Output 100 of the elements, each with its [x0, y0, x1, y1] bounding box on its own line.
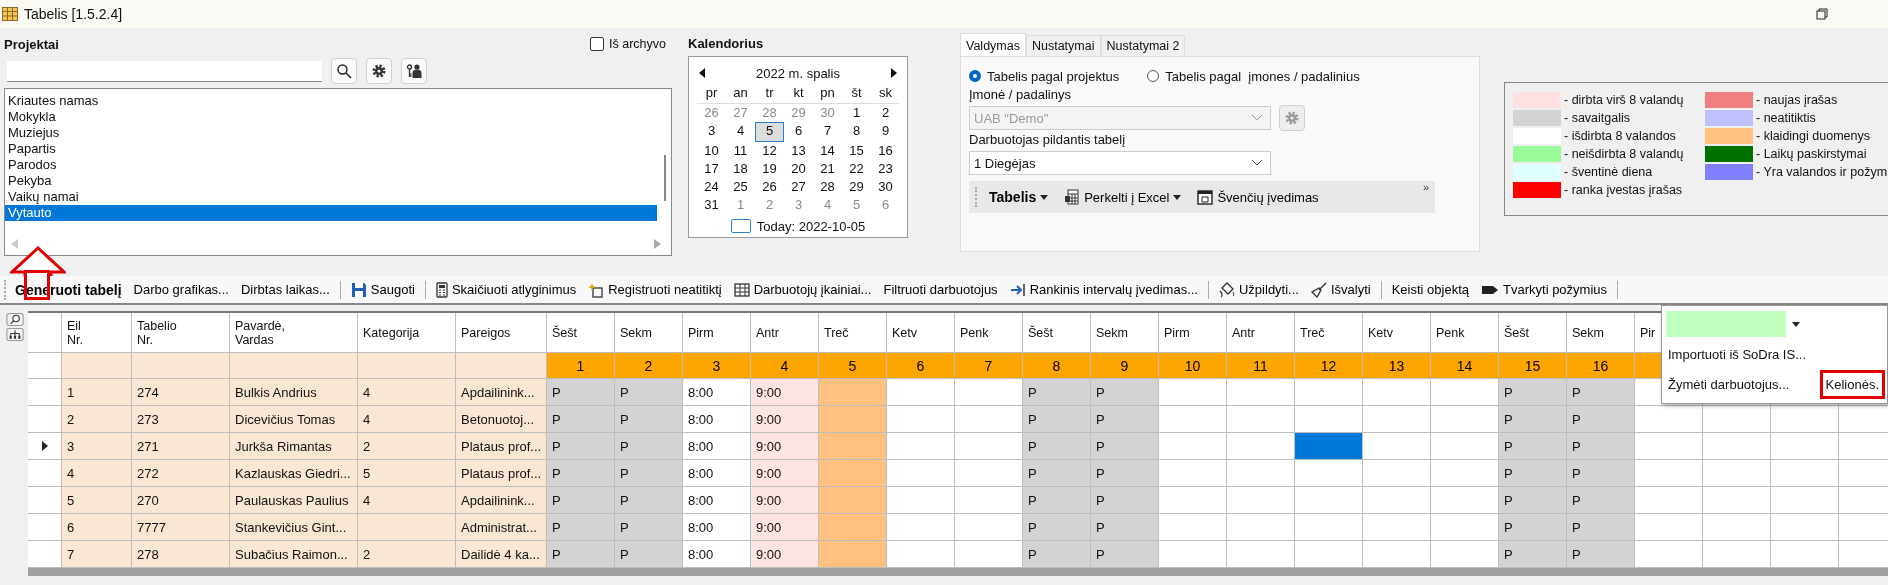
table-cell[interactable] — [1295, 487, 1363, 514]
column-header[interactable]: Eil Nr. — [62, 313, 132, 353]
table-cell[interactable]: P — [615, 379, 683, 406]
table-cell[interactable]: P — [1567, 433, 1635, 460]
table-cell[interactable] — [819, 460, 887, 487]
toolbar-button[interactable]: Dirbtas laikas... — [235, 282, 335, 297]
toolbar-button[interactable]: Švenčių įvedimas — [1191, 189, 1325, 205]
table-cell[interactable] — [1363, 541, 1431, 568]
project-list-item[interactable]: Pekyba — [5, 173, 657, 189]
tree-icon[interactable] — [6, 328, 24, 341]
table-cell[interactable] — [819, 379, 887, 406]
search-field[interactable] — [7, 60, 322, 82]
calendar-day[interactable]: 29 — [784, 104, 813, 122]
table-cell[interactable] — [1227, 460, 1295, 487]
table-cell[interactable] — [887, 379, 955, 406]
calendar-day[interactable]: 22 — [842, 160, 871, 178]
table-cell[interactable] — [1363, 406, 1431, 433]
calendar-day[interactable]: 24 — [697, 178, 726, 196]
calendar-day[interactable]: 30 — [813, 104, 842, 122]
toolbar-button[interactable]: Filtruoti darbuotojus — [878, 282, 1003, 297]
table-cell[interactable]: P — [547, 487, 615, 514]
table-cell[interactable] — [887, 406, 955, 433]
table-cell[interactable]: 8:00 — [683, 514, 751, 541]
table-cell[interactable]: P — [1091, 406, 1159, 433]
calendar-day[interactable]: 5 — [755, 122, 784, 142]
table-cell[interactable]: P — [547, 514, 615, 541]
table-cell[interactable] — [887, 514, 955, 541]
toolbar-button[interactable]: Keisti objektą — [1386, 282, 1474, 297]
table-cell[interactable] — [955, 541, 1023, 568]
search-icon[interactable] — [6, 313, 24, 326]
table-cell[interactable] — [1635, 433, 1703, 460]
table-cell[interactable]: P — [1499, 460, 1567, 487]
settings-button[interactable] — [366, 58, 392, 84]
table-cell[interactable] — [1635, 460, 1703, 487]
calendar-day[interactable]: 9 — [871, 122, 900, 140]
table-cell[interactable]: P — [615, 541, 683, 568]
calendar-day[interactable]: 8 — [842, 122, 871, 140]
table-cell[interactable]: P — [1499, 541, 1567, 568]
calendar-day[interactable]: 13 — [784, 142, 813, 160]
table-cell[interactable] — [1159, 487, 1227, 514]
table-cell[interactable] — [1703, 541, 1771, 568]
calendar-day[interactable]: 23 — [871, 160, 900, 178]
table-cell[interactable] — [1227, 541, 1295, 568]
table-cell[interactable] — [819, 433, 887, 460]
radio-option[interactable]: Tabelis pagal projektus — [969, 68, 1120, 84]
table-cell[interactable] — [1227, 487, 1295, 514]
column-header[interactable]: Pavardė, Vardas — [230, 313, 358, 353]
table-cell[interactable] — [1363, 487, 1431, 514]
table-cell[interactable]: P — [1567, 460, 1635, 487]
table-cell[interactable] — [1771, 433, 1839, 460]
table-cell[interactable]: P — [1567, 406, 1635, 433]
toolbar-button[interactable]: Tabelis — [983, 189, 1055, 205]
table-cell[interactable] — [1703, 433, 1771, 460]
table-cell[interactable] — [1635, 487, 1703, 514]
table-cell[interactable]: P — [1091, 541, 1159, 568]
table-cell[interactable] — [1295, 460, 1363, 487]
calendar-day[interactable]: 26 — [697, 104, 726, 122]
table-cell[interactable]: 8:00 — [683, 487, 751, 514]
calendar-day[interactable]: 7 — [813, 122, 842, 140]
column-header[interactable]: Sekm — [1091, 313, 1159, 353]
column-header[interactable]: Ketv — [887, 313, 955, 353]
tab[interactable]: Nustatymai — [1025, 35, 1101, 56]
table-cell[interactable]: P — [1023, 406, 1091, 433]
table-cell[interactable] — [1159, 379, 1227, 406]
table-cell[interactable]: P — [1499, 379, 1567, 406]
table-cell[interactable] — [1703, 487, 1771, 514]
calendar-day[interactable]: 17 — [697, 160, 726, 178]
table-cell[interactable]: 8:00 — [683, 433, 751, 460]
table-cell[interactable] — [955, 379, 1023, 406]
horizontal-scrollbar[interactable] — [11, 239, 661, 249]
calendar-day[interactable]: 11 — [726, 142, 755, 160]
today-link[interactable]: Today: 2022-10-05 — [756, 218, 866, 234]
calendar-day[interactable]: 30 — [871, 178, 900, 196]
table-cell[interactable] — [1295, 379, 1363, 406]
calendar-day[interactable]: 18 — [726, 160, 755, 178]
toolbar-button[interactable]: Rankinis intervalų įvedimas... — [1004, 282, 1203, 297]
calendar-day[interactable]: 19 — [755, 160, 784, 178]
table-cell[interactable] — [1771, 514, 1839, 541]
calendar-day[interactable]: 3 — [697, 122, 726, 140]
calendar-day[interactable]: 21 — [813, 160, 842, 178]
table-cell[interactable]: P — [615, 406, 683, 433]
table-cell[interactable]: P — [615, 514, 683, 541]
calendar-day[interactable]: 4 — [726, 122, 755, 140]
toolbar-button[interactable]: Skaičiuoti atlyginimus — [430, 281, 582, 298]
calendar-day[interactable]: 28 — [813, 178, 842, 196]
table-cell[interactable] — [1295, 433, 1363, 460]
table-cell[interactable]: 8:00 — [683, 541, 751, 568]
table-cell[interactable]: P — [615, 460, 683, 487]
table-cell[interactable] — [1839, 541, 1888, 568]
toolbar-button[interactable]: Saugoti — [345, 281, 420, 298]
column-header[interactable]: Antr — [751, 313, 819, 353]
toolbar-button[interactable]: Užpildyti... — [1214, 281, 1304, 298]
column-header[interactable]: Treč — [1295, 313, 1363, 353]
column-header[interactable]: Pareigos — [456, 313, 547, 353]
calendar-day[interactable]: 5 — [842, 196, 871, 214]
table-cell[interactable] — [1771, 487, 1839, 514]
restore-icon[interactable] — [1816, 8, 1828, 20]
table-cell[interactable] — [1227, 514, 1295, 541]
table-cell[interactable]: 8:00 — [683, 460, 751, 487]
table-cell[interactable] — [1635, 406, 1703, 433]
